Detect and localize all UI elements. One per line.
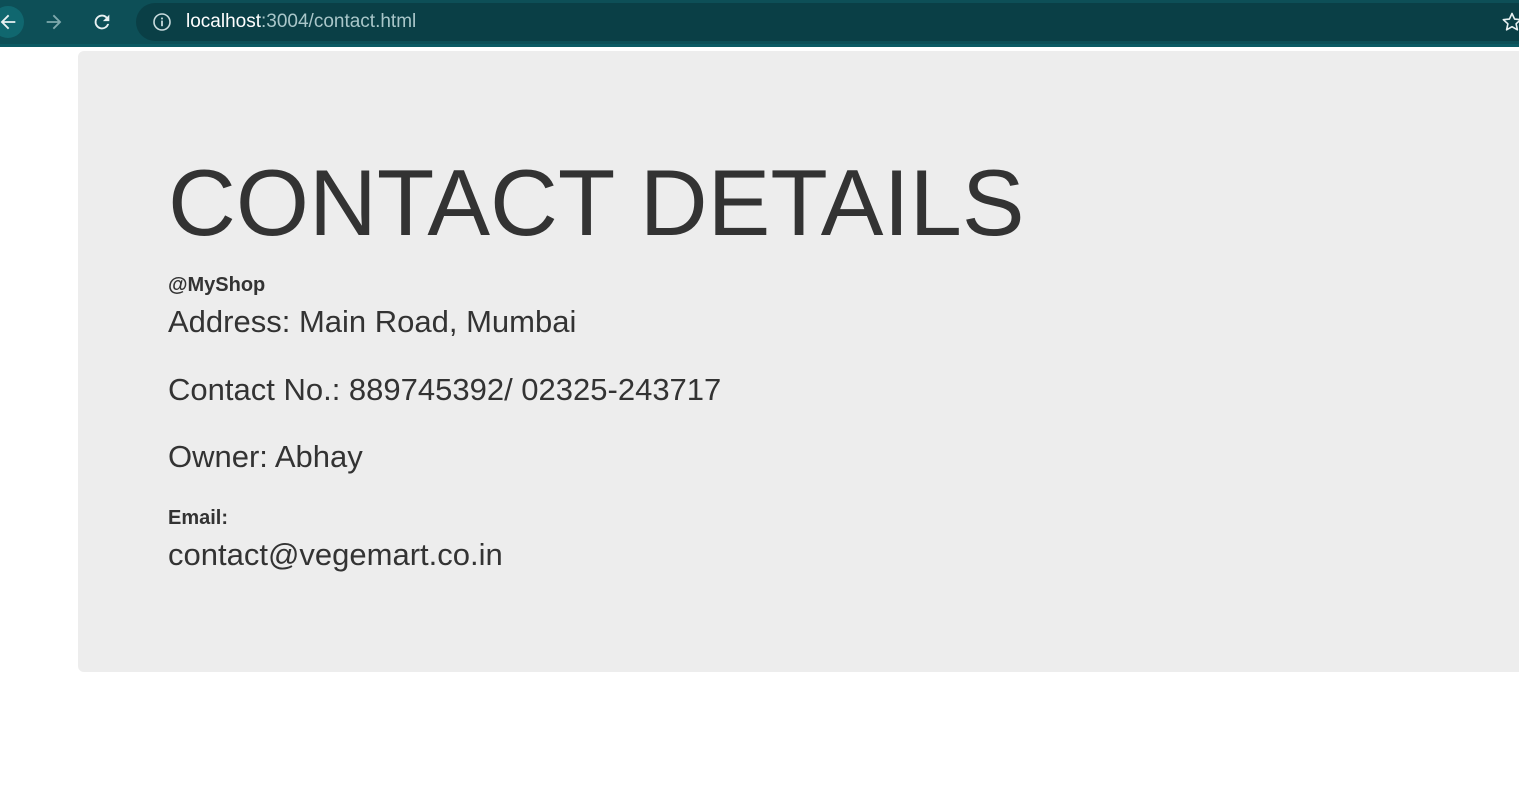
shop-handle: @MyShop bbox=[168, 274, 266, 296]
forward-button[interactable] bbox=[38, 6, 70, 38]
email-text: contact@vegemart.co.in bbox=[168, 537, 503, 572]
url-host: localhost bbox=[186, 11, 261, 32]
reload-button[interactable] bbox=[86, 6, 118, 38]
star-icon[interactable] bbox=[1500, 10, 1519, 34]
browser-toolbar: localhost:3004/contact.html bbox=[0, 0, 1519, 47]
email-label: Email: bbox=[168, 507, 229, 529]
forward-arrow-icon bbox=[46, 14, 62, 30]
back-arrow-icon bbox=[0, 14, 16, 30]
contact-panel: CONTACT DETAILS @MyShop Address: Main Ro… bbox=[78, 51, 1519, 672]
back-button[interactable] bbox=[0, 6, 24, 38]
info-icon[interactable] bbox=[152, 12, 172, 32]
phone-text: Contact No.: 889745392/ 02325-243717 bbox=[168, 372, 722, 407]
page-title: CONTACT DETAILS bbox=[168, 150, 1025, 255]
url-text[interactable]: localhost:3004/contact.html bbox=[186, 12, 416, 32]
address-text: Address: Main Road, Mumbai bbox=[168, 304, 577, 339]
address-bar[interactable]: localhost:3004/contact.html bbox=[136, 3, 1519, 41]
reload-icon bbox=[94, 14, 110, 30]
url-path: :3004/contact.html bbox=[261, 11, 417, 32]
owner-text: Owner: Abhay bbox=[168, 439, 363, 474]
